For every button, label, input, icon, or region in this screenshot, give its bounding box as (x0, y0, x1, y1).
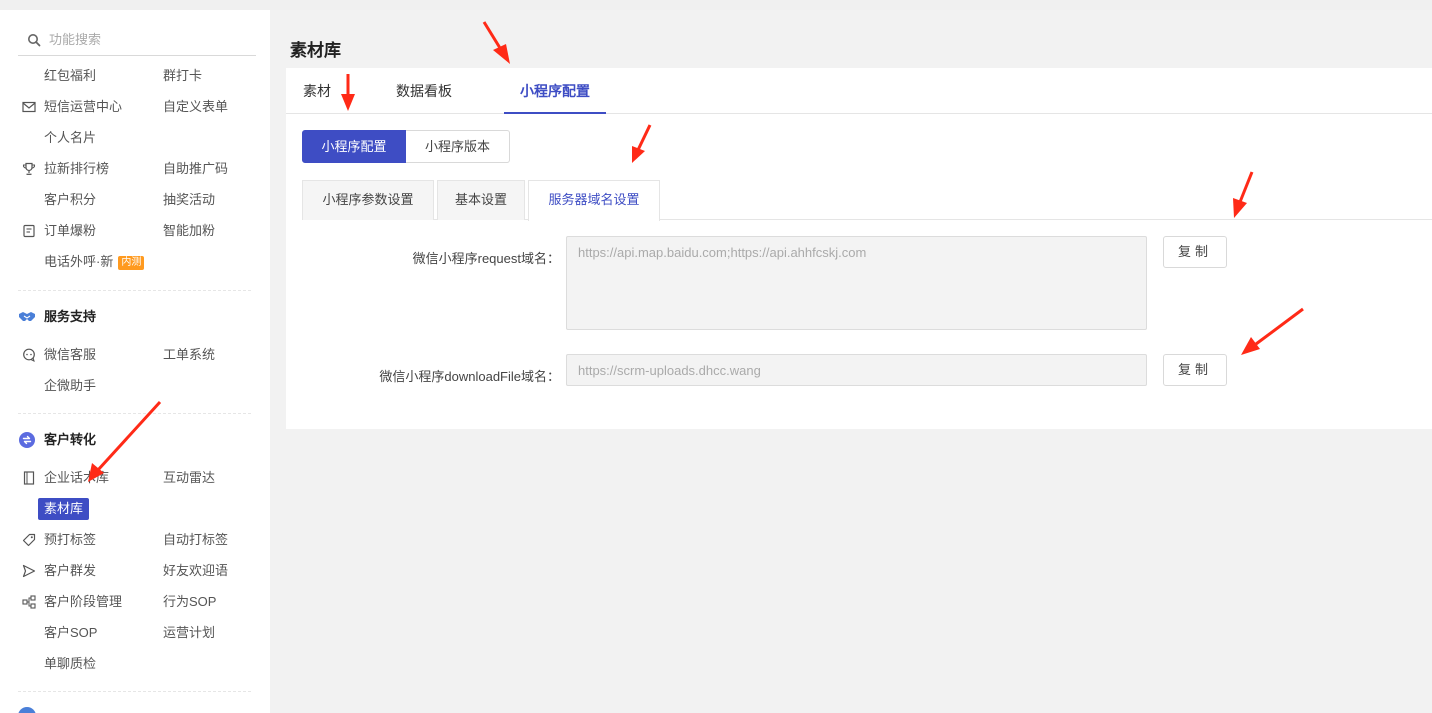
sidebar-item-customer-sop[interactable]: 客户SOP (44, 622, 97, 644)
order-icon (22, 224, 36, 238)
subtab-basic[interactable]: 基本设置 (437, 180, 525, 220)
sidebar-item-auto-tag[interactable]: 自动打标签 (163, 529, 228, 551)
subtab-server-domain[interactable]: 服务器域名设置 (528, 180, 660, 221)
download-domain-field[interactable] (566, 354, 1147, 386)
annotation-arrow (482, 21, 510, 64)
divider (18, 691, 251, 692)
copy-request-button[interactable]: 复制 (1163, 236, 1227, 268)
sidebar-item-outbound-call[interactable]: 电话外呼·新 内测 (44, 251, 145, 273)
sidebar: 红包福利 群打卡 短信运营中心 自定义表单 个人名片 拉新排行榜 自助推广码 客… (0, 10, 270, 713)
sidebar-row: 电话外呼·新 内测 (0, 251, 270, 275)
section-title-label: 客户转化 (44, 432, 97, 447)
sidebar-item-material-library[interactable]: 素材库 (38, 498, 90, 520)
search-icon (27, 33, 41, 47)
sidebar-row: 客户SOP 运营计划 (0, 622, 270, 646)
sidebar-item-lottery[interactable]: 抽奖活动 (163, 189, 215, 211)
chat-icon (22, 348, 36, 362)
section-title-service: 服务支持 (18, 307, 96, 327)
tab-bar: 素材 数据看板 小程序配置 (286, 68, 1432, 114)
sidebar-item-label: 电话外呼·新 (44, 254, 114, 269)
sidebar-item-ops-plan[interactable]: 运营计划 (163, 622, 215, 644)
book-icon (22, 471, 36, 485)
sidebar-row: 客户群发 好友欢迎语 (0, 560, 270, 584)
download-domain-label: 微信小程序downloadFile域名： (379, 369, 560, 384)
sidebar-row: 客户阶段管理 行为SOP (0, 591, 270, 615)
flow-icon (22, 595, 36, 609)
sidebar-item-leaderboard[interactable]: 拉新排行榜 (44, 158, 109, 180)
top-strip (0, 0, 1432, 10)
section-title-label: 服务支持 (44, 309, 97, 324)
sidebar-item-chat-qa[interactable]: 单聊质检 (44, 653, 96, 675)
tab-material[interactable]: 素材 (303, 68, 331, 114)
search-box[interactable] (18, 24, 256, 56)
send-icon (22, 564, 36, 578)
sidebar-item-group-checkin[interactable]: 群打卡 (163, 65, 202, 87)
sidebar-row: 素材库 (0, 498, 270, 522)
tab-dashboard[interactable]: 数据看板 (396, 68, 452, 114)
sidebar-row: 拉新排行榜 自助推广码 (0, 158, 270, 182)
divider (18, 290, 251, 291)
sidebar-item-stage-management[interactable]: 客户阶段管理 (44, 591, 122, 613)
sidebar-row: 企微助手 (0, 375, 270, 399)
sidebar-row: 个人名片 (0, 127, 270, 151)
divider (18, 413, 251, 414)
sidebar-item-welcome-msg[interactable]: 好友欢迎语 (163, 560, 228, 582)
sidebar-row: 红包福利 群打卡 (0, 65, 270, 89)
sidebar-row: 企业话术库 互动雷达 (0, 467, 270, 491)
sidebar-item-script-library[interactable]: 企业话术库 (44, 467, 109, 489)
sidebar-item-order-fans[interactable]: 订单爆粉 (44, 220, 96, 242)
sidebar-item-sms-center[interactable]: 短信运营中心 (44, 96, 122, 118)
section-title-convert: 客户转化 (18, 430, 96, 450)
sidebar-item-points[interactable]: 客户积分 (44, 189, 96, 211)
sidebar-item-mass-send[interactable]: 客户群发 (44, 560, 96, 582)
tab-miniprogram-config[interactable]: 小程序配置 (504, 68, 606, 114)
copy-download-button[interactable]: 复制 (1163, 354, 1227, 386)
sidebar-item-custom-form[interactable]: 自定义表单 (163, 96, 228, 118)
handshake-icon (18, 308, 36, 326)
sidebar-item-behavior-sop[interactable]: 行为SOP (163, 591, 216, 613)
sidebar-item-interaction-radar[interactable]: 互动雷达 (163, 467, 215, 489)
subtab-bar: 小程序参数设置 基本设置 服务器域名设置 (302, 180, 1432, 221)
sidebar-row: 订单爆粉 智能加粉 (0, 220, 270, 244)
sidebar-item-smart-add[interactable]: 智能加粉 (163, 220, 215, 242)
sidebar-row: 客户积分 抽奖活动 (0, 189, 270, 213)
subtab-params[interactable]: 小程序参数设置 (302, 180, 434, 220)
request-domain-field[interactable]: https://api.map.baidu.com;https://api.ah… (566, 236, 1147, 330)
sidebar-item-business-card[interactable]: 个人名片 (44, 127, 96, 149)
sidebar-item-red-packet[interactable]: 红包福利 (44, 65, 96, 87)
sidebar-item-wecom-assistant[interactable]: 企微助手 (44, 375, 96, 397)
sidebar-item-promo-code[interactable]: 自助推广码 (163, 158, 228, 180)
sidebar-row: 微信客服 工单系统 (0, 344, 270, 368)
sidebar-item-wechat-service[interactable]: 微信客服 (44, 344, 96, 366)
beta-badge: 内测 (118, 256, 145, 270)
sidebar-item-ticket-system[interactable]: 工单系统 (163, 344, 215, 366)
sidebar-row: 单聊质检 (0, 653, 270, 677)
trophy-icon (22, 162, 36, 176)
tag-icon (22, 533, 36, 547)
sidebar-row: 预打标签 自动打标签 (0, 529, 270, 553)
search-input[interactable] (49, 32, 229, 47)
segment-miniprogram-version[interactable]: 小程序版本 (406, 130, 510, 163)
sidebar-row: 短信运营中心 自定义表单 (0, 96, 270, 120)
mail-icon (22, 100, 36, 114)
convert-icon (18, 431, 36, 449)
page-title: 素材库 (290, 41, 341, 60)
request-domain-label: 微信小程序request域名： (412, 251, 560, 266)
sidebar-item-pre-tag[interactable]: 预打标签 (44, 529, 96, 551)
main-panel: 素材 数据看板 小程序配置 小程序配置 小程序版本 小程序参数设置 基本设置 服… (286, 68, 1432, 429)
segment-miniprogram-config[interactable]: 小程序配置 (302, 130, 406, 163)
next-section-icon (18, 707, 36, 713)
